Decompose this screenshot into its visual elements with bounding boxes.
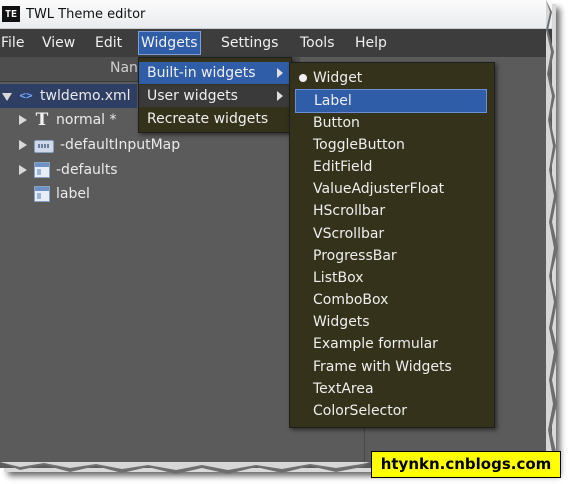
- menu-item-textarea[interactable]: TextArea: [290, 378, 511, 400]
- title-bar: TE TWL Theme editor: [0, 0, 552, 29]
- menu-item-label: User widgets: [147, 88, 238, 104]
- menu-tools[interactable]: Tools: [300, 33, 335, 53]
- menu-item-label: ToggleButton: [313, 137, 405, 153]
- tree-row-twldemo[interactable]: <> twldemo.xml: [0, 84, 137, 108]
- menu-settings[interactable]: Settings: [221, 33, 278, 53]
- menu-item-label: Widgets: [313, 314, 370, 330]
- built-in-widgets-submenu: Widget Label Button ToggleButton EditFie…: [289, 62, 495, 428]
- menu-item-label: Built-in widgets: [147, 65, 256, 81]
- submenu-arrow-icon: [277, 91, 283, 101]
- menu-item-example-formular[interactable]: Example formular: [290, 333, 511, 355]
- menu-item-label: ListBox: [313, 270, 364, 286]
- menu-item-label: ProgressBar: [313, 248, 397, 264]
- menu-item-widgets[interactable]: Widgets: [290, 311, 511, 333]
- menu-edit[interactable]: Edit: [95, 33, 122, 53]
- menu-item-user-widgets[interactable]: User widgets: [139, 85, 289, 107]
- window-icon: [34, 186, 50, 202]
- menu-item-label[interactable]: Label: [295, 89, 487, 113]
- menu-item-label: ColorSelector: [313, 403, 408, 419]
- app-logo-icon: TE: [2, 6, 20, 22]
- menu-item-label: Widget: [313, 70, 363, 86]
- menu-item-label: Button: [313, 115, 360, 131]
- submenu-arrow-icon: [277, 68, 283, 78]
- tree-row-label: -defaultInputMap: [60, 137, 181, 153]
- menu-item-label: Example formular: [313, 336, 438, 352]
- menu-widgets[interactable]: Widgets: [138, 31, 201, 55]
- expand-toggle-icon[interactable]: [18, 139, 28, 151]
- menu-item-combobox[interactable]: ComboBox: [290, 289, 511, 311]
- keyboard-icon: [34, 139, 54, 153]
- menu-item-button[interactable]: Button: [290, 112, 511, 134]
- watermark-label: htynkn.cnblogs.com: [371, 451, 561, 478]
- menu-item-label: EditField: [313, 159, 373, 175]
- menu-item-label: ComboBox: [313, 292, 389, 308]
- menu-item-togglebutton[interactable]: ToggleButton: [290, 134, 511, 156]
- radio-selected-icon: [299, 74, 307, 82]
- menu-item-hscrollbar[interactable]: HScrollbar: [290, 200, 511, 222]
- menu-bar: File View Edit Widgets Settings Tools He…: [0, 29, 552, 57]
- menu-item-progressbar[interactable]: ProgressBar: [290, 245, 511, 267]
- tree-row-defaults[interactable]: -defaults: [18, 158, 118, 182]
- menu-help[interactable]: Help: [355, 33, 387, 53]
- widgets-dropdown-menu: Built-in widgets User widgets Recreate w…: [138, 57, 292, 133]
- menu-item-built-in-widgets[interactable]: Built-in widgets: [139, 62, 289, 84]
- tree-row-normal[interactable]: T normal *: [18, 108, 117, 132]
- menu-item-label: Frame with Widgets: [313, 359, 452, 375]
- menu-item-label: HScrollbar: [313, 203, 386, 219]
- menu-item-label: VScrollbar: [313, 226, 385, 242]
- menu-item-editfield[interactable]: EditField: [290, 156, 511, 178]
- menu-item-label: ValueAdjusterFloat: [313, 181, 445, 197]
- menu-item-label: TextArea: [313, 381, 374, 397]
- menu-item-recreate-widgets[interactable]: Recreate widgets: [139, 108, 289, 130]
- app-window: TE TWL Theme editor File View Edit Widge…: [0, 0, 552, 468]
- tree-header-label: Nan: [110, 60, 138, 76]
- menu-item-label-text: Label: [314, 93, 352, 109]
- tree-row-label: normal *: [56, 112, 117, 128]
- expand-toggle-icon[interactable]: [18, 164, 28, 176]
- window-icon: [34, 162, 50, 178]
- menu-item-frame-with-widgets[interactable]: Frame with Widgets: [290, 356, 511, 378]
- expand-toggle-icon[interactable]: [18, 114, 28, 126]
- expand-toggle-icon[interactable]: [2, 90, 12, 102]
- font-icon: T: [35, 110, 49, 130]
- menu-item-listbox[interactable]: ListBox: [290, 267, 511, 289]
- torn-edge-right: [546, 0, 558, 468]
- menu-item-valueadjusterfloat[interactable]: ValueAdjusterFloat: [290, 178, 511, 200]
- code-icon: <>: [19, 89, 33, 102]
- tree-row-label: -defaults: [56, 162, 118, 178]
- tree-row-label: twldemo.xml: [40, 88, 131, 104]
- window-title: TWL Theme editor: [26, 6, 146, 22]
- menu-item-label: Recreate widgets: [147, 111, 269, 127]
- menu-view[interactable]: View: [42, 33, 75, 53]
- menu-item-vscrollbar[interactable]: VScrollbar: [290, 223, 511, 245]
- tree-row-defaultinputmap[interactable]: -defaultInputMap: [18, 133, 180, 157]
- menu-item-colorselector[interactable]: ColorSelector: [290, 400, 511, 422]
- menu-file[interactable]: File: [1, 33, 24, 53]
- tree-row-label[interactable]: label: [34, 182, 90, 206]
- menu-item-widget[interactable]: Widget: [290, 67, 511, 89]
- tree-row-label: label: [56, 186, 90, 202]
